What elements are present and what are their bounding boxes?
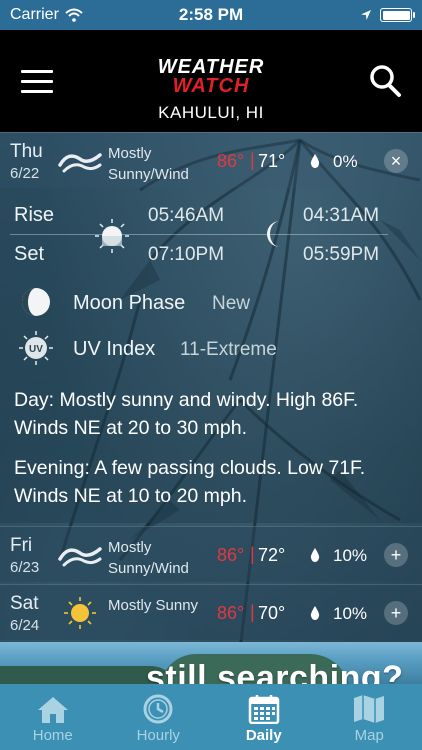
search-icon[interactable] [368, 64, 402, 98]
moon-phase-value: New [212, 293, 251, 314]
calendar-icon [248, 695, 279, 724]
precip-chance: 0% [333, 152, 358, 171]
battery-icon [380, 8, 415, 22]
moonset-time: 05:59PM [303, 244, 380, 265]
tab-daily[interactable]: Daily [211, 684, 317, 750]
tab-map[interactable]: Map [317, 684, 422, 750]
day-row-thu[interactable]: Thu 6/22 Mostly Sunny/Wind 86° | 71° 0% … [0, 132, 422, 188]
sun-icon [64, 597, 96, 629]
day-date: 6/23 [10, 559, 40, 576]
expand-button[interactable]: + [384, 601, 408, 625]
uv-index-value: 11-Extreme [180, 339, 277, 360]
day-forecast-text: Day: Mostly sunny and windy. High 86F. W… [14, 389, 359, 439]
clock-icon [143, 694, 173, 724]
map-icon [354, 695, 385, 723]
moon-crescent-icon [267, 221, 280, 247]
low-temp: 70° [258, 603, 286, 623]
day-name: Fri [10, 535, 33, 556]
evening-forecast-text: Evening: A few passing clouds. Low 71F. … [14, 457, 366, 507]
low-temp: 71° [258, 151, 286, 171]
wifi-icon [65, 8, 83, 22]
uv-icon: UV [19, 331, 53, 365]
rise-label: Rise [14, 204, 55, 226]
condition-text: Mostly Sunny/Wind [108, 145, 189, 183]
raindrop-icon [310, 548, 320, 562]
tab-home[interactable]: Home [0, 684, 106, 750]
day-row-sat[interactable]: Sat 6/24 Mostly Sunny 86° | 70° 10% + [0, 584, 422, 640]
day-detail-panel: Rise Set 05:46AM 07:10PM 04:31AM 05:59PM… [0, 188, 422, 523]
condition-text: Mostly Sunny/Wind [108, 539, 189, 577]
collapse-button[interactable]: × [384, 149, 408, 173]
low-temp: 72° [258, 545, 286, 565]
uv-badge-text: UV [29, 344, 43, 355]
tab-label: Map [354, 727, 384, 744]
set-label: Set [14, 243, 45, 265]
temp-separator: | [250, 150, 255, 170]
rise-set-divider [10, 234, 388, 235]
precip-chance: 10% [333, 604, 368, 623]
wind-icon [58, 153, 102, 173]
day-date: 6/24 [10, 617, 40, 634]
raindrop-icon [310, 606, 320, 620]
tab-label: Hourly [136, 727, 180, 744]
moon-phase-icon [22, 288, 50, 316]
day-date: 6/22 [10, 165, 40, 182]
raindrop-icon [310, 154, 320, 168]
expand-button[interactable]: + [384, 543, 408, 567]
ad-text: still searching? [146, 659, 404, 684]
high-temp: 86° [217, 603, 245, 623]
app-logo: WEATHER WATCH [148, 57, 274, 97]
carrier-label: Carrier [10, 6, 59, 23]
day-name: Sat [10, 593, 39, 614]
precip-chance: 10% [333, 546, 368, 565]
high-temp: 86° [217, 151, 245, 171]
menu-icon[interactable] [21, 70, 53, 94]
tab-label: Home [32, 727, 73, 744]
location-arrow-icon [361, 10, 371, 20]
day-name: Thu [10, 141, 43, 162]
temp-separator: | [250, 544, 255, 564]
moon-phase-label: Moon Phase [73, 292, 186, 314]
home-icon [37, 697, 68, 723]
temp-separator: | [250, 602, 255, 622]
tab-bar: Home Hourly Daily Map [0, 684, 422, 750]
wind-icon [58, 547, 102, 567]
logo-line2: WATCH [172, 75, 250, 97]
uv-index-label: UV Index [73, 338, 156, 360]
sunset-time: 07:10PM [148, 244, 225, 265]
day-row-fri[interactable]: Fri 6/23 Mostly Sunny/Wind 86° | 72° 10%… [0, 526, 422, 582]
tab-label: Daily [245, 727, 282, 744]
high-temp: 86° [217, 545, 245, 565]
moonrise-time: 04:31AM [303, 205, 380, 226]
location-label: KAHULUI, HI [158, 103, 264, 122]
sunrise-sunset-icon [95, 219, 129, 253]
condition-text: Mostly Sunny [108, 597, 199, 614]
tab-hourly[interactable]: Hourly [106, 684, 212, 750]
app-header: WEATHER WATCH KAHULUI, HI [0, 30, 422, 132]
status-bar: Carrier 2:58 PM [0, 0, 422, 30]
ad-banner[interactable]: still searching? [0, 642, 422, 684]
sunrise-time: 05:46AM [148, 205, 225, 226]
